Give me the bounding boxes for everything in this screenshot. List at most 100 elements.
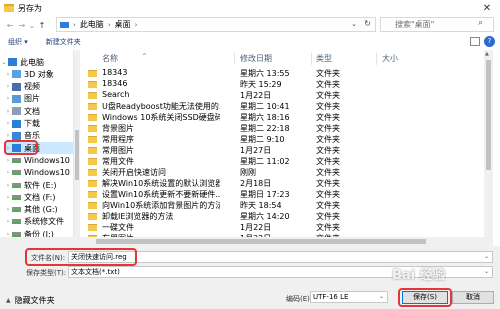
file-name: 卸载IE浏览器的方法 (102, 212, 174, 221)
nav-item-2[interactable]: › 视频 (4, 81, 73, 93)
column-date[interactable]: 修改日期 (240, 53, 272, 64)
nav-item-0[interactable]: ⌄ 此电脑 (0, 56, 73, 68)
cancel-button[interactable]: 取消 (452, 291, 494, 304)
file-name: U盘Readyboost功能无法使用的... (102, 102, 220, 111)
address-bar[interactable]: › 此电脑 › 桌面 › ⌄ ↻ (56, 17, 376, 32)
back-arrow-icon[interactable]: ← (4, 18, 16, 32)
nav-item-8[interactable]: › Windows10 (4, 154, 73, 166)
chevron-icon[interactable]: › (4, 95, 12, 102)
chevron-down-icon[interactable]: ⌄ (379, 292, 384, 302)
nav-item-9[interactable]: › Windows10 (4, 167, 73, 179)
nav-item-11[interactable]: › 文档 (F:) (4, 191, 73, 203)
breadcrumb-desktop[interactable]: 桌面 (115, 19, 131, 30)
column-divider[interactable] (311, 53, 312, 65)
refresh-icon[interactable]: ↻ (364, 19, 371, 28)
new-folder-button[interactable]: 新建文件夹 (46, 37, 81, 47)
forward-arrow-icon[interactable]: → (16, 18, 28, 32)
help-icon[interactable]: ? (484, 36, 495, 47)
nav-item-12[interactable]: › 其他 (G:) (4, 204, 73, 216)
view-options-icon[interactable] (470, 37, 480, 46)
desktop-highlight (4, 140, 38, 156)
folder-icon (88, 191, 97, 198)
column-divider[interactable] (234, 53, 235, 65)
file-type: 文件夹 (316, 223, 340, 232)
file-list: 名称 ^ 修改日期 类型 大小 18343 星期六 13:55 文件夹 18346 昨天… (80, 50, 484, 246)
chevron-icon[interactable]: › (4, 169, 12, 176)
chevron-icon[interactable]: › (4, 108, 12, 115)
file-row[interactable]: 关闭开启快速访问 刚刚 文件夹 (80, 167, 484, 178)
file-type: 文件夹 (316, 212, 340, 221)
nav-item-3[interactable]: › 图片 (4, 93, 73, 105)
hide-folders-toggle[interactable]: ▲ 隐藏文件夹 (6, 295, 55, 306)
chevron-icon[interactable]: › (4, 182, 12, 189)
chevron-icon[interactable]: › (4, 83, 12, 90)
horizontal-scrollbar-thumb[interactable] (96, 239, 426, 244)
recent-chevron-icon[interactable]: ⌄ (28, 18, 36, 32)
folder-icon (88, 114, 97, 121)
file-row[interactable]: 18343 星期六 13:55 文件夹 (80, 68, 484, 79)
chevron-icon[interactable]: › (4, 120, 12, 127)
nav-item-5[interactable]: › 下载 (4, 118, 73, 130)
chevron-icon[interactable]: › (4, 194, 12, 201)
chevron-down-icon[interactable]: ⌄ (484, 252, 489, 262)
save-type-value: 文本文档(*.txt) (71, 268, 120, 276)
file-type: 文件夹 (316, 124, 340, 133)
scroll-up-icon[interactable]: ▲ (485, 51, 489, 57)
file-row[interactable]: Windows 10系统关闭SSD硬盘碎... 星期六 18:16 文件夹 (80, 112, 484, 123)
chevron-icon[interactable]: ⌄ (0, 59, 8, 66)
folder-icon (88, 213, 97, 220)
file-row[interactable]: 卸载IE浏览器的方法 星期六 14:20 文件夹 (80, 211, 484, 222)
column-divider[interactable] (376, 53, 377, 65)
folder-icon (88, 202, 97, 209)
file-row[interactable]: 18346 昨天 15:29 文件夹 (80, 79, 484, 90)
file-row[interactable]: 向Win10系统添加背景图片的方法 昨天 18:54 文件夹 (80, 200, 484, 211)
nav-item-13[interactable]: › 系统修文件 (4, 216, 73, 228)
chevron-icon[interactable]: › (4, 218, 12, 225)
nav-item-label: 系统修文件 (24, 217, 64, 227)
column-headers: 名称 ^ 修改日期 类型 大小 (80, 53, 484, 65)
nav-item-label: 软件 (E:) (24, 180, 57, 190)
file-list-scrollbar[interactable]: ▲ ▼ (484, 50, 493, 246)
caret-up-icon: ▲ (6, 297, 11, 304)
pc-icon (8, 58, 17, 66)
file-row[interactable]: 一碟文件 1月22日 文件夹 (80, 222, 484, 233)
up-arrow-icon[interactable]: ↑ (36, 18, 48, 32)
file-date: 星期六 14:20 (240, 212, 290, 221)
file-row[interactable]: 常用文件 星期二 11:02 文件夹 (80, 156, 484, 167)
search-input[interactable]: 搜索"桌面" (380, 17, 494, 32)
column-size[interactable]: 大小 (382, 53, 398, 64)
cube-icon (12, 70, 21, 79)
nav-scrollbar-thumb[interactable] (75, 130, 79, 180)
drive-icon (12, 194, 21, 200)
chevron-icon[interactable]: › (4, 206, 12, 213)
nav-item-10[interactable]: › 软件 (E:) (4, 179, 73, 191)
chevron-icon[interactable]: › (4, 132, 12, 139)
nav-item-label: Windows10 (24, 155, 70, 165)
encoding-select[interactable]: UTF-16 LE ⌄ (310, 291, 388, 303)
column-name[interactable]: 名称 (102, 53, 118, 64)
chevron-icon[interactable]: › (4, 157, 12, 164)
file-row[interactable]: 常用图片 1月27日 文件夹 (80, 145, 484, 156)
drive-icon (12, 231, 21, 237)
file-row[interactable]: U盘Readyboost功能无法使用的... 星期二 10:41 文件夹 (80, 101, 484, 112)
folder-icon (88, 81, 97, 88)
close-button[interactable]: ✕ (474, 0, 500, 16)
chevron-icon[interactable]: › (4, 71, 12, 78)
file-row[interactable]: Search 1月22日 文件夹 (80, 90, 484, 101)
hide-folders-label: 隐藏文件夹 (14, 296, 55, 305)
organize-button[interactable]: 组织 ▾ (8, 37, 28, 47)
nav-item-1[interactable]: › 3D 对象 (4, 68, 73, 80)
file-row[interactable]: 设置Win10系统更新不要新硬件... 星期日 17:23 文件夹 (80, 189, 484, 200)
chevron-down-icon[interactable]: ⌄ (484, 267, 489, 277)
nav-item-4[interactable]: › 文档 (4, 105, 73, 117)
file-row[interactable]: 解决Win10系统设置的默认浏览器... 2月18日 文件夹 (80, 178, 484, 189)
column-type[interactable]: 类型 (316, 53, 332, 64)
file-row[interactable]: 背景图片 星期二 22:18 文件夹 (80, 123, 484, 134)
nav-item-label: 文档 (F:) (24, 192, 56, 202)
nav-item-label: 其他 (G:) (24, 205, 58, 215)
file-row[interactable]: 常用程序 星期二 9:10 文件夹 (80, 134, 484, 145)
breadcrumb-this-pc[interactable]: 此电脑 (80, 19, 104, 30)
horizontal-scrollbar[interactable] (0, 237, 493, 246)
address-dropdown-icon[interactable]: ⌄ (351, 20, 357, 28)
file-list-scrollbar-thumb[interactable] (486, 60, 491, 170)
